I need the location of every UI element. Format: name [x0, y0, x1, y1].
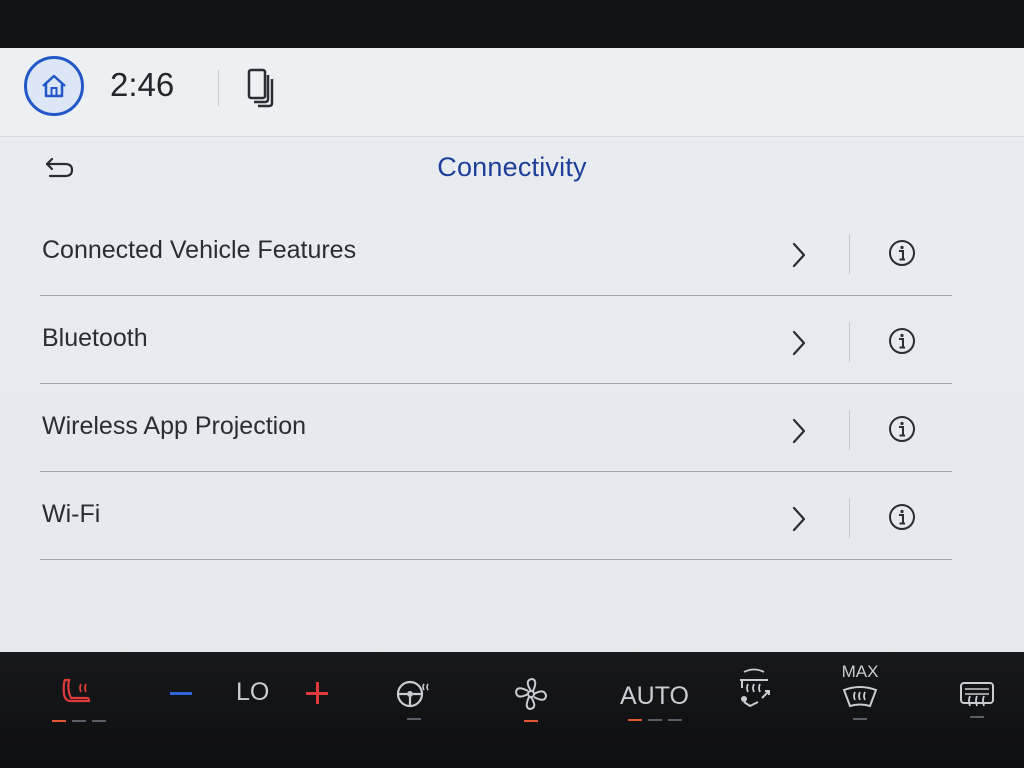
item-divider [849, 498, 850, 538]
max-defrost-icon [842, 686, 878, 708]
menu-item-label: Bluetooth [42, 324, 148, 352]
temp-increase-button[interactable] [306, 682, 328, 704]
home-icon [42, 74, 66, 98]
fan-icon [514, 677, 548, 711]
rear-defrost-button[interactable] [958, 680, 996, 718]
fan-level-mark [524, 720, 538, 722]
chevron-right-icon[interactable] [792, 506, 806, 532]
fan-button[interactable] [512, 676, 550, 722]
menu-item-label: Wireless App Projection [42, 412, 307, 440]
item-divider [849, 322, 850, 362]
page-title: Connectivity [437, 152, 587, 182]
temperature-display: LO [236, 678, 269, 707]
temperature-value: LO [236, 678, 270, 706]
status-bar: 2:46 [0, 48, 1024, 137]
heated-seat-button[interactable] [52, 676, 106, 722]
menu-item-bluetooth[interactable]: Bluetooth [40, 296, 952, 384]
home-button[interactable] [24, 56, 84, 116]
menu-item-label: Connected Vehicle Features [42, 236, 357, 264]
info-icon[interactable] [888, 239, 916, 267]
display-screen: 2:46 Connectivity Connected Vehicle Feat… [0, 48, 1024, 652]
max-defrost-button[interactable]: MAX [840, 662, 880, 720]
clock: 2:46 [110, 66, 175, 103]
heated-steering-icon [396, 680, 429, 708]
menu-item-label: Wi-Fi [42, 500, 101, 528]
chevron-right-icon[interactable] [792, 418, 806, 444]
menu-item-wireless-app-projection[interactable]: Wireless App Projection [40, 384, 952, 472]
max-defrost-mark [853, 718, 867, 720]
climate-bar: LO AUTO MAX [0, 652, 1024, 768]
item-divider [849, 234, 850, 274]
temp-decrease-button[interactable] [170, 692, 192, 695]
heated-steering-button[interactable] [394, 678, 434, 720]
info-icon[interactable] [888, 327, 916, 355]
phone-projection-icon [247, 68, 274, 108]
item-divider [849, 410, 850, 450]
nav-row: Connectivity [0, 138, 1024, 200]
menu-item-wifi[interactable]: Wi-Fi [40, 472, 952, 560]
rear-defrost-icon [960, 682, 994, 707]
connectivity-menu: Connected Vehicle Features Bluetooth Wir… [40, 208, 952, 560]
info-icon[interactable] [888, 503, 916, 531]
recirculation-button[interactable] [732, 666, 776, 710]
auto-level-marks [627, 719, 682, 721]
heated-seat-icon [62, 678, 91, 703]
status-divider [218, 70, 219, 106]
auto-climate-button[interactable]: AUTO [620, 682, 689, 721]
max-label: MAX [841, 662, 879, 681]
menu-item-connected-vehicle-features[interactable]: Connected Vehicle Features [40, 208, 952, 296]
auto-label: AUTO [620, 682, 689, 710]
recirculation-icon [740, 668, 770, 708]
seat-level-marks [52, 720, 106, 722]
phone-projection-button[interactable] [246, 68, 276, 113]
info-icon[interactable] [888, 415, 916, 443]
steering-level-mark [407, 718, 421, 720]
rear-defrost-mark [970, 716, 984, 718]
chevron-right-icon[interactable] [792, 330, 806, 356]
top-bezel [0, 0, 1024, 48]
chevron-right-icon[interactable] [792, 242, 806, 268]
